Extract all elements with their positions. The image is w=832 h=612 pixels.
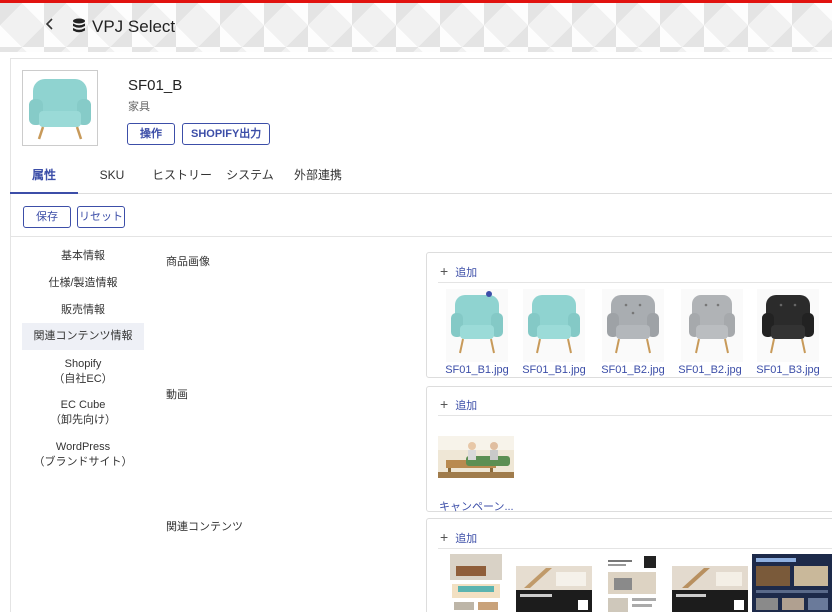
related-field-label: 関連コンテンツ bbox=[166, 521, 243, 533]
add-video-button[interactable]: + 追加 bbox=[440, 396, 477, 413]
video-caption[interactable]: キャンペーン... bbox=[439, 498, 514, 514]
product-thumbnail[interactable] bbox=[22, 70, 98, 146]
action-button[interactable]: 操作 bbox=[127, 123, 175, 145]
sidebar-item-sales[interactable]: 販売情報 bbox=[22, 303, 144, 321]
image-thumbnail[interactable] bbox=[757, 289, 819, 362]
images-field-label: 商品画像 bbox=[166, 256, 210, 268]
related-doc-thumbnail[interactable] bbox=[516, 554, 592, 612]
sidebar-item-basic[interactable]: 基本情報 bbox=[22, 249, 144, 267]
image-filename[interactable]: SF01_B1.jpg bbox=[514, 364, 594, 376]
tab-bar: 属性 SKU ヒストリー システム 外部連携 bbox=[10, 162, 832, 194]
image-thumbnail[interactable] bbox=[681, 289, 743, 362]
related-doc-thumbnail[interactable] bbox=[672, 554, 748, 612]
image-filename[interactable]: SF01_B2.jpg bbox=[593, 364, 673, 376]
image-filename[interactable]: SF01_B2.jpg bbox=[670, 364, 750, 376]
add-related-button[interactable]: + 追加 bbox=[440, 529, 477, 546]
video-field-label: 動画 bbox=[166, 389, 188, 401]
tab-sku[interactable]: SKU bbox=[90, 162, 134, 194]
divider bbox=[10, 236, 832, 237]
related-doc-thumbnail[interactable] bbox=[604, 554, 660, 612]
tab-history[interactable]: ヒストリー bbox=[150, 162, 214, 194]
image-filename[interactable]: SF01_B1.jpg bbox=[437, 364, 517, 376]
selected-indicator bbox=[486, 291, 492, 297]
sidebar-item-wordpress[interactable]: WordPress （ブランドサイト） bbox=[22, 440, 144, 470]
sidebar-item-sublabel: （卸先向け） bbox=[50, 414, 116, 426]
tab-system[interactable]: システム bbox=[224, 162, 276, 194]
back-button[interactable] bbox=[45, 15, 55, 36]
tab-attributes[interactable]: 属性 bbox=[10, 162, 78, 194]
sidebar-item-shopify[interactable]: Shopify （自社EC） bbox=[22, 357, 144, 387]
sidebar-item-label: Shopify bbox=[64, 358, 102, 370]
image-filename[interactable]: SF01_B3.jpg bbox=[748, 364, 828, 376]
sidebar-item-sublabel: （自社EC） bbox=[53, 373, 113, 385]
product-name: SF01_B bbox=[128, 77, 183, 94]
image-thumbnail[interactable] bbox=[602, 289, 664, 362]
add-image-button[interactable]: + 追加 bbox=[440, 263, 477, 280]
sidebar-item-eccube[interactable]: EC Cube （卸先向け） bbox=[22, 398, 144, 428]
product-category: 家具 bbox=[128, 101, 150, 113]
plus-icon: + bbox=[440, 263, 449, 279]
image-thumbnail[interactable] bbox=[523, 289, 585, 362]
video-thumbnail[interactable] bbox=[438, 436, 514, 478]
sidebar-item-spec[interactable]: 仕様/製造情報 bbox=[22, 276, 144, 294]
shopify-export-button[interactable]: SHOPIFY出力 bbox=[182, 123, 271, 145]
image-thumbnail[interactable] bbox=[446, 289, 508, 362]
sidebar-item-label: WordPress bbox=[55, 441, 111, 453]
plus-icon: + bbox=[440, 529, 449, 545]
separator bbox=[438, 415, 832, 416]
plus-icon: + bbox=[440, 396, 449, 412]
database-icon bbox=[72, 18, 86, 39]
tab-external[interactable]: 外部連携 bbox=[290, 162, 346, 194]
chevron-left-icon bbox=[45, 18, 53, 30]
sidebar-item-related-content[interactable]: 関連コンテンツ情報 bbox=[22, 323, 144, 350]
related-doc-thumbnail[interactable] bbox=[752, 554, 832, 612]
sidebar-item-sublabel: （ブランドサイト） bbox=[33, 456, 133, 468]
save-button[interactable]: 保存 bbox=[23, 206, 71, 228]
related-doc-thumbnail[interactable] bbox=[450, 554, 502, 612]
separator bbox=[438, 548, 832, 549]
reset-button[interactable]: リセット bbox=[77, 206, 125, 228]
separator bbox=[438, 282, 832, 283]
sidebar-item-label: EC Cube bbox=[60, 399, 106, 411]
app-title: VPJ Select bbox=[92, 17, 176, 36]
